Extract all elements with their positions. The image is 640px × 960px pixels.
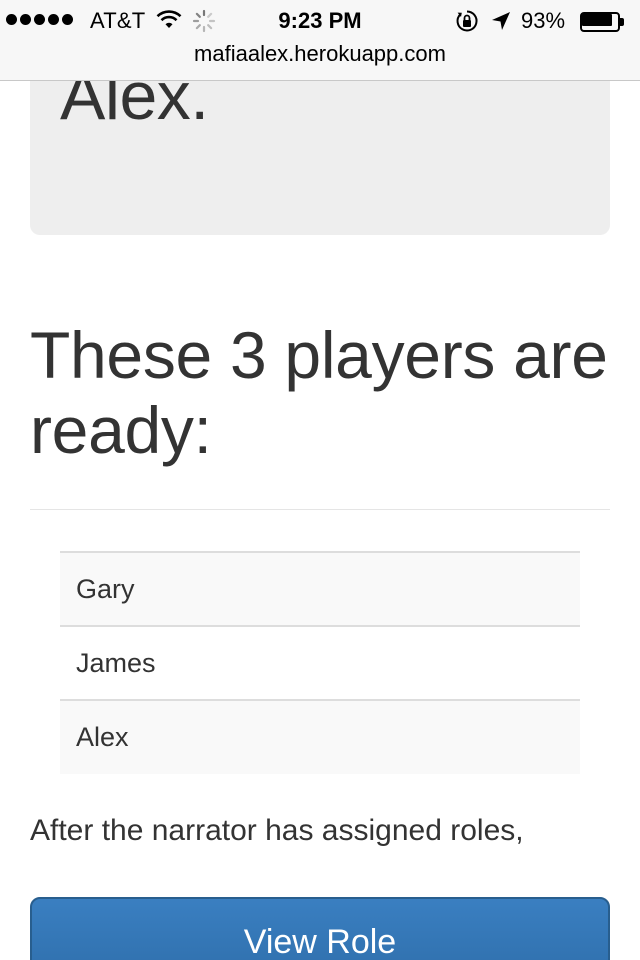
player-name-cell: Gary: [60, 551, 580, 626]
browser-url[interactable]: mafiaalex.herokuapp.com: [0, 41, 640, 67]
battery-percent: 93%: [521, 8, 566, 33]
ready-players-heading: These 3 players are ready:: [30, 318, 608, 467]
table-row: Alex: [60, 699, 580, 774]
instruction-text: After the narrator has assigned roles,: [30, 814, 524, 847]
ready-players-table: Gary James Alex: [60, 551, 580, 774]
ios-status-bar: AT&T 9:23 PM 93% mafiaalex.herokuapp.com: [0, 0, 640, 81]
table-row: James: [60, 625, 580, 700]
screen: Alex. These 3 players are ready: Gary Ja…: [0, 0, 640, 960]
location-arrow-icon: [491, 11, 511, 37]
view-role-button[interactable]: View Role: [30, 897, 610, 960]
section-divider: [30, 509, 610, 510]
rotation-lock-icon: [455, 9, 479, 39]
battery-icon: [580, 12, 624, 32]
battery-level-fill: [582, 14, 612, 26]
table-row: Gary: [60, 551, 580, 626]
player-name-cell: Alex: [60, 699, 580, 774]
player-name-cell: James: [60, 625, 580, 700]
